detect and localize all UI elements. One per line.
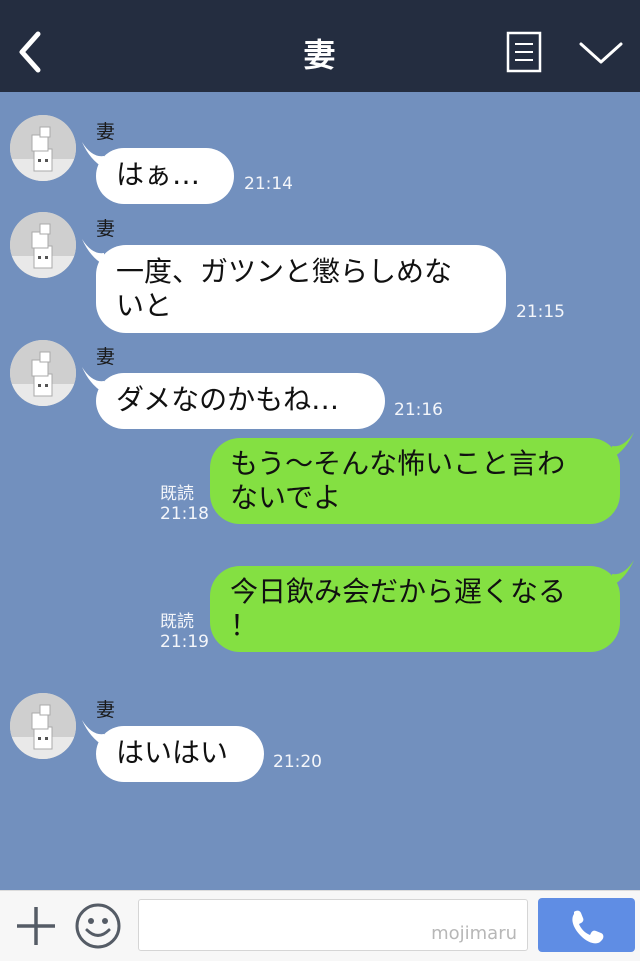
message-time: 21:20 bbox=[273, 752, 322, 772]
message-text: はいはい bbox=[116, 736, 229, 769]
message-time: 21:15 bbox=[516, 302, 565, 322]
message-input[interactable]: mojimaru bbox=[138, 899, 528, 951]
watermark-text: mojimaru bbox=[431, 923, 517, 944]
avatar-image bbox=[10, 212, 76, 278]
sender-name: 妻 bbox=[96, 346, 116, 368]
read-label: 既読 bbox=[160, 612, 194, 632]
avatar[interactable] bbox=[10, 340, 76, 406]
add-button[interactable] bbox=[14, 904, 58, 948]
call-button[interactable] bbox=[538, 898, 635, 952]
message-list[interactable]: 妻 はぁ… 21:14 妻 一度、ガツンと懲らしめな いと 21:15 妻 ダメ… bbox=[0, 92, 640, 890]
outgoing-message-bubble[interactable]: 今日飲み会だから遅くなる ！ bbox=[210, 560, 634, 652]
incoming-message-bubble[interactable]: ダメなのかもね… bbox=[82, 367, 385, 429]
sender-name: 妻 bbox=[96, 218, 116, 240]
chat-header: 妻 bbox=[0, 0, 640, 92]
back-button[interactable] bbox=[14, 30, 50, 74]
message-text: ダメなのかもね… bbox=[116, 383, 340, 416]
avatar-image bbox=[10, 693, 76, 759]
emoji-button[interactable] bbox=[74, 902, 122, 950]
menu-button[interactable] bbox=[506, 31, 542, 73]
avatar-image bbox=[10, 340, 76, 406]
chevron-down-icon bbox=[579, 42, 623, 64]
message-time: 21:14 bbox=[244, 174, 293, 194]
incoming-message-bubble[interactable]: はぁ… bbox=[82, 142, 234, 204]
message-time: 21:18 bbox=[160, 504, 209, 524]
message-time: 21:19 bbox=[160, 632, 209, 652]
message-text: 今日飲み会だから遅くなる ！ bbox=[230, 575, 567, 642]
incoming-message-bubble[interactable]: 一度、ガツンと懲らしめな いと bbox=[82, 239, 506, 333]
collapse-button[interactable] bbox=[578, 38, 624, 68]
avatar[interactable] bbox=[10, 212, 76, 278]
message-text: はぁ… bbox=[116, 158, 201, 191]
read-receipt: 既読 21:18 bbox=[160, 484, 209, 524]
back-arrow-icon bbox=[19, 31, 41, 73]
read-receipt: 既読 21:19 bbox=[160, 612, 209, 652]
outgoing-message-bubble[interactable]: もう～そんな怖いこと言わ ないでよ bbox=[210, 432, 634, 524]
menu-icon bbox=[506, 31, 542, 73]
incoming-message-bubble[interactable]: はいはい bbox=[82, 720, 264, 782]
input-bar: mojimaru bbox=[0, 890, 640, 961]
read-label: 既読 bbox=[160, 484, 194, 504]
message-text: もう～そんな怖いこと言わ ないでよ bbox=[230, 447, 566, 514]
avatar-image bbox=[10, 115, 76, 181]
message-time: 21:16 bbox=[394, 400, 443, 420]
smiley-icon bbox=[75, 903, 121, 949]
avatar[interactable] bbox=[10, 693, 76, 759]
plus-icon bbox=[17, 907, 55, 945]
chat-title: 妻 bbox=[303, 36, 337, 74]
sender-name: 妻 bbox=[96, 699, 116, 721]
phone-icon bbox=[572, 910, 604, 944]
avatar[interactable] bbox=[10, 115, 76, 181]
message-text: 一度、ガツンと懲らしめな いと bbox=[116, 255, 453, 322]
sender-name: 妻 bbox=[96, 121, 116, 143]
